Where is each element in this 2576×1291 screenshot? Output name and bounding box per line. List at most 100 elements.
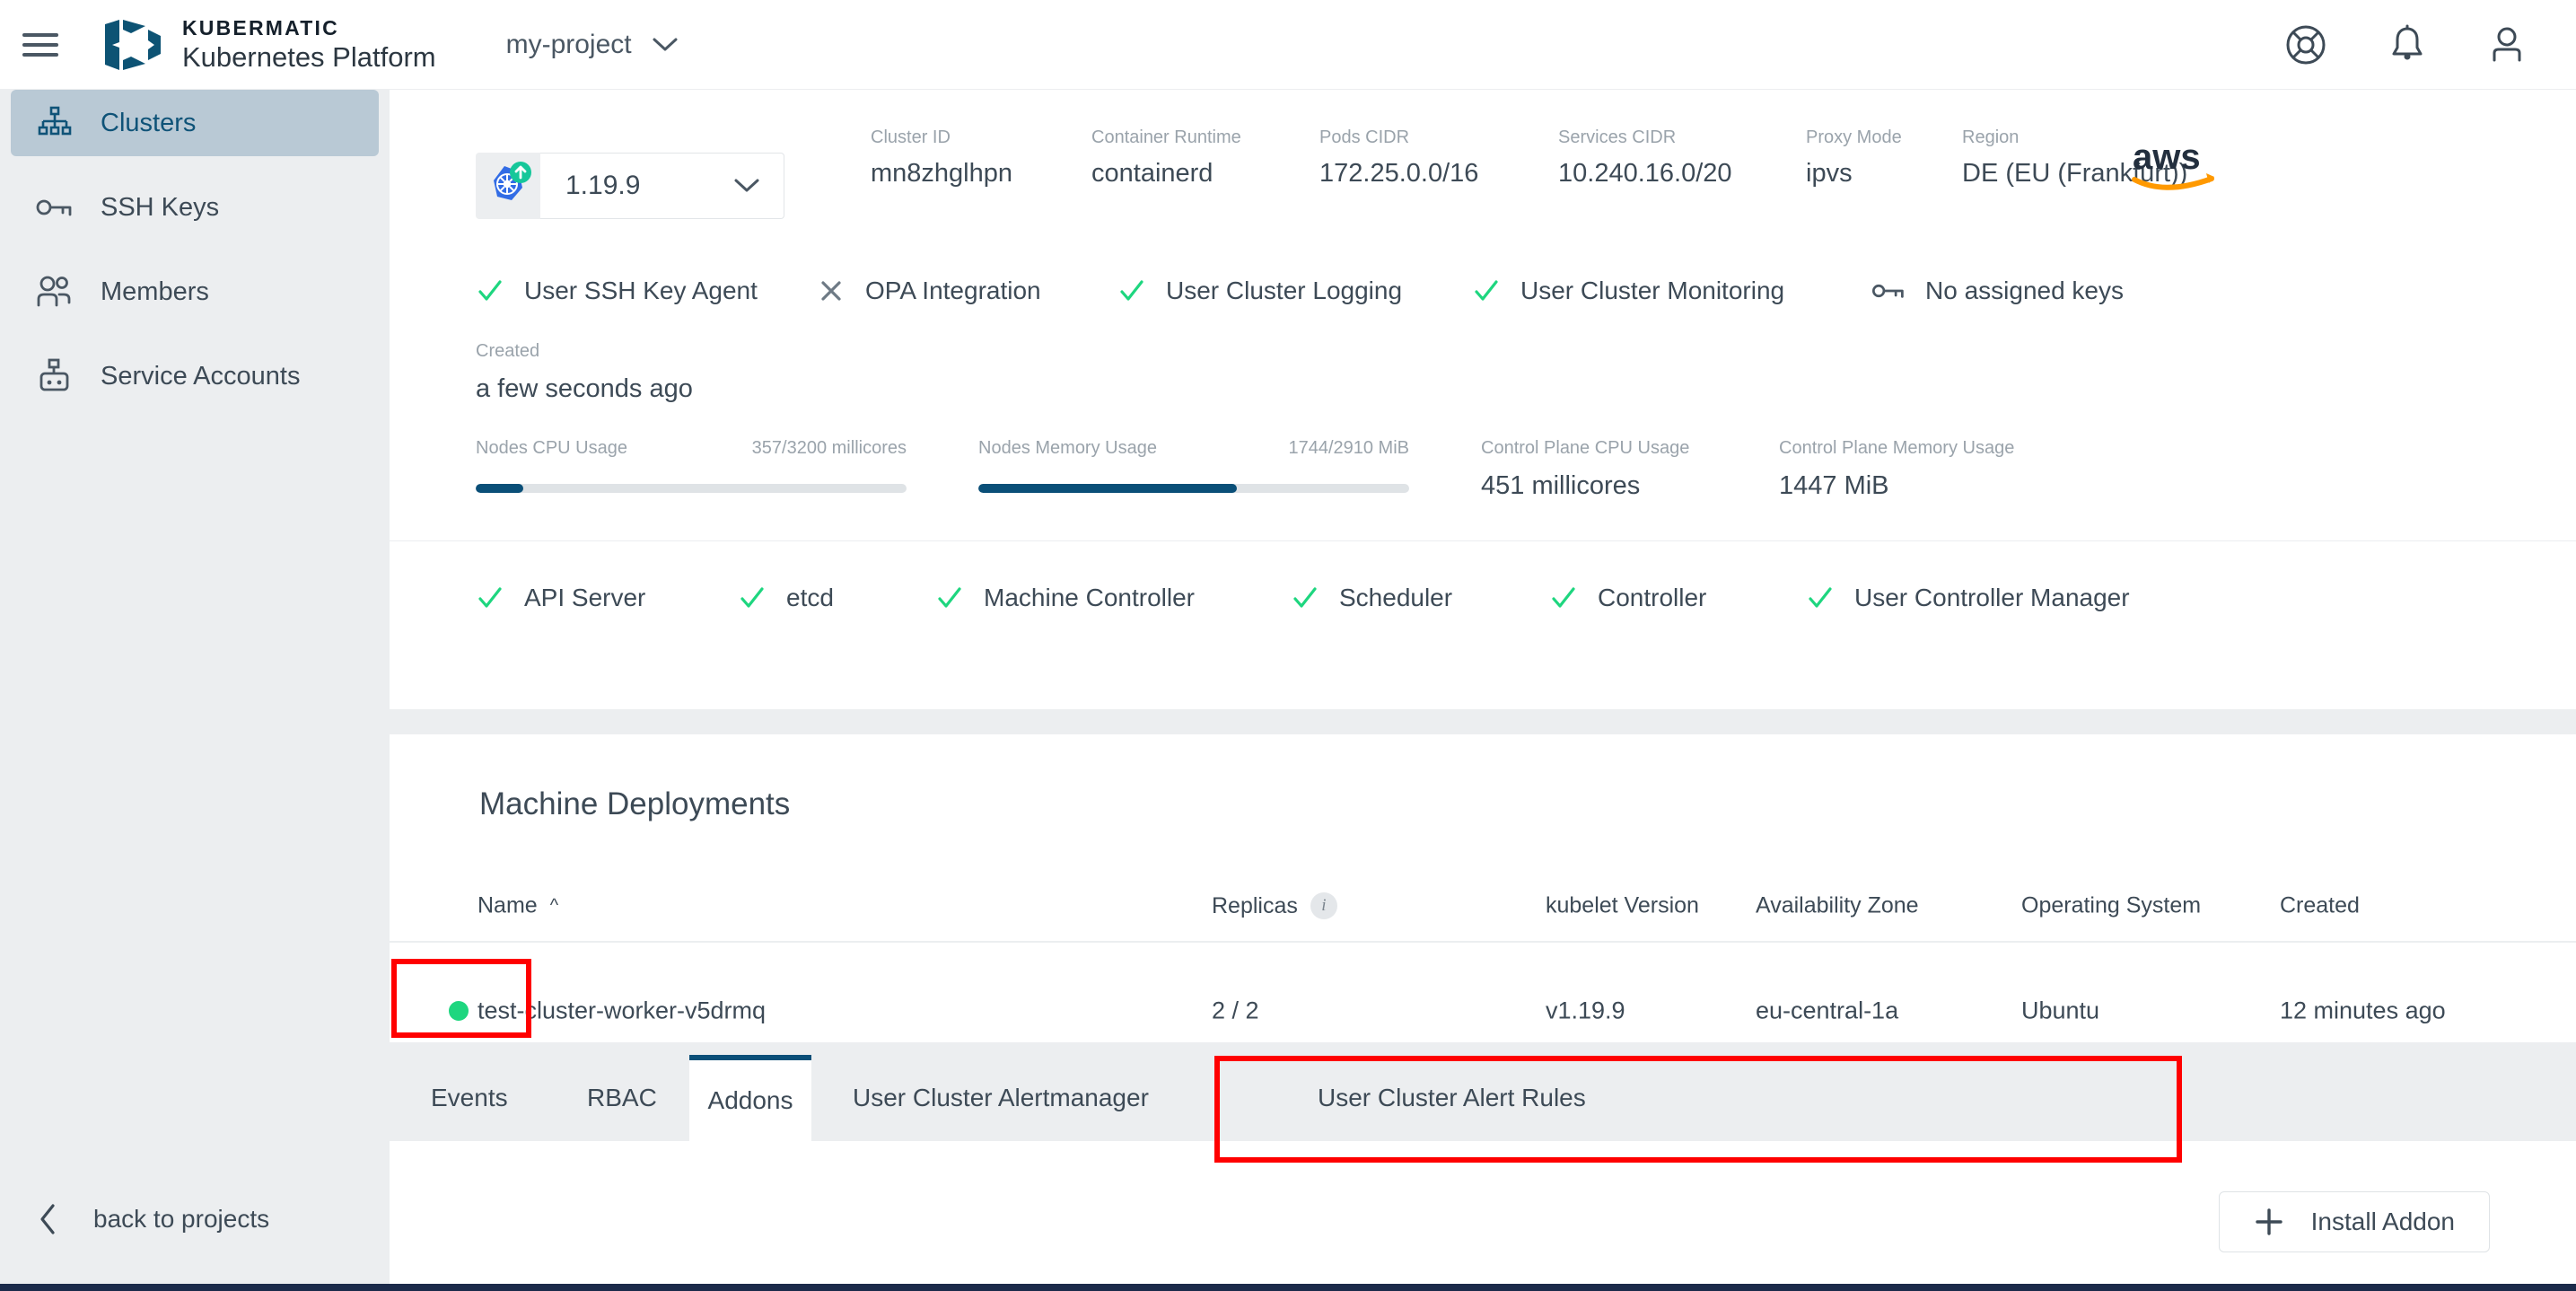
brand: KUBERMATIC Kubernetes Platform — [103, 15, 436, 75]
feature-label: User Cluster Logging — [1166, 277, 1402, 305]
chevron-left-icon — [38, 1203, 57, 1235]
column-header-replicas[interactable]: Replicas i — [1212, 892, 1337, 919]
cluster-version-value: 1.19.9 — [565, 171, 640, 201]
main-content: 1.19.9 Cluster ID mn8zhglhpn Container R… — [390, 90, 2576, 1291]
cluster-version-selector[interactable]: 1.19.9 — [476, 153, 784, 219]
tab-user-cluster-alertmanager[interactable]: User Cluster Alertmanager — [822, 1055, 1179, 1141]
check-icon — [1549, 584, 1578, 612]
cluster-detail-container-runtime: Container Runtime containerd — [1091, 127, 1241, 189]
feature-label: User Cluster Monitoring — [1520, 277, 1784, 305]
health-user-controller-manager: User Controller Manager — [1806, 584, 2130, 612]
cluster-tree-icon — [36, 104, 74, 142]
metric-label: Nodes Memory Usage — [978, 438, 1157, 459]
machine-deployments-table: Name ^ Replicas i kubelet Version Availa… — [390, 871, 2576, 1040]
field-value: mn8zhglhpn — [871, 159, 1012, 189]
cluster-detail-cluster-id: Cluster ID mn8zhglhpn — [871, 127, 1012, 189]
column-label: Availability Zone — [1756, 893, 1919, 919]
health-label: Scheduler — [1339, 584, 1452, 612]
install-addon-label: Install Addon — [2311, 1208, 2455, 1236]
column-header-name[interactable]: Name ^ — [478, 893, 558, 919]
health-label: Controller — [1598, 584, 1706, 612]
project-selector[interactable]: my-project — [506, 30, 679, 60]
top-bar-actions — [2285, 24, 2526, 66]
tab-addons[interactable]: Addons — [689, 1055, 811, 1141]
column-header-kubelet-version[interactable]: kubelet Version — [1546, 893, 1699, 919]
user-account-icon[interactable] — [2488, 24, 2526, 66]
cell-created: 12 minutes ago — [2280, 997, 2446, 1025]
cell-availability-zone: eu-central-1a — [1756, 997, 1898, 1025]
chevron-down-icon — [652, 37, 679, 53]
column-header-availability-zone[interactable]: Availability Zone — [1756, 893, 1919, 919]
cluster-version-field[interactable]: 1.19.9 — [540, 153, 784, 219]
check-icon — [1472, 277, 1501, 305]
table-row[interactable]: test-cluster-worker-v5drmq 2 / 2 v1.19.9… — [390, 943, 2576, 1041]
machine-deployments-card: Machine Deployments Name ^ Replicas i ku… — [390, 734, 2576, 1042]
tab-label: User Cluster Alertmanager — [853, 1084, 1149, 1112]
created-value: a few seconds ago — [476, 374, 693, 404]
divider — [390, 540, 2576, 541]
column-label: kubelet Version — [1546, 893, 1699, 919]
notifications-bell-icon[interactable] — [2389, 24, 2425, 66]
check-icon — [1291, 584, 1319, 612]
back-to-projects-link[interactable]: back to projects — [0, 1192, 390, 1246]
sort-asc-icon: ^ — [550, 896, 558, 917]
project-selector-label: my-project — [506, 30, 632, 60]
cluster-created: Created a few seconds ago — [476, 341, 693, 404]
help-icon[interactable] — [2285, 24, 2326, 66]
metric-control-plane-cpu-usage: Control Plane CPU Usage 451 millicores — [1481, 438, 1689, 501]
tab-bar: Events RBAC Addons User Cluster Alertman… — [390, 1055, 2576, 1141]
tab-label: User Cluster Alert Rules — [1318, 1084, 1586, 1112]
sidebar-item-label: Service Accounts — [101, 362, 300, 391]
health-etcd: etcd — [738, 584, 834, 612]
cell-replicas: 2 / 2 — [1212, 997, 1259, 1025]
health-label: Machine Controller — [984, 584, 1195, 612]
field-value: 10.240.16.0/20 — [1558, 159, 1732, 189]
health-controller: Controller — [1549, 584, 1706, 612]
brand-title-bottom: Kubernetes Platform — [182, 40, 436, 74]
robot-icon — [36, 357, 74, 395]
feature-label: User SSH Key Agent — [524, 277, 758, 305]
health-label: API Server — [524, 584, 645, 612]
check-icon — [476, 584, 504, 612]
column-label: Replicas — [1212, 893, 1298, 919]
aws-logo: aws — [2124, 136, 2235, 197]
created-label: Created — [476, 341, 693, 362]
feature-opa-integration: OPA Integration — [817, 277, 1041, 305]
back-to-projects-label: back to projects — [93, 1205, 269, 1234]
cell-kubelet-version: v1.19.9 — [1546, 997, 1625, 1025]
sidebar-item-clusters[interactable]: Clusters — [11, 90, 379, 156]
sidebar-item-members[interactable]: Members — [11, 259, 379, 325]
check-icon — [1806, 584, 1835, 612]
feature-user-cluster-monitoring: User Cluster Monitoring — [1472, 277, 1784, 305]
tab-user-cluster-alert-rules[interactable]: User Cluster Alert Rules — [1287, 1055, 1617, 1141]
field-label: Pods CIDR — [1319, 127, 1478, 148]
metric-value: 357/3200 millicores — [752, 438, 907, 459]
brand-title-top: KUBERMATIC — [182, 15, 436, 41]
key-icon — [1871, 279, 1906, 303]
field-label: Container Runtime — [1091, 127, 1241, 148]
field-label: Cluster ID — [871, 127, 1012, 148]
row-status-dot — [449, 1001, 469, 1021]
sidebar-item-ssh-keys[interactable]: SSH Keys — [11, 174, 379, 241]
column-header-created[interactable]: Created — [2280, 893, 2360, 919]
feature-assigned-keys: No assigned keys — [1871, 277, 2124, 305]
column-label: Name — [478, 893, 538, 919]
tab-events[interactable]: Events — [400, 1055, 539, 1141]
machine-deployments-title: Machine Deployments — [479, 786, 790, 822]
install-addon-button[interactable]: Install Addon — [2219, 1191, 2490, 1252]
metric-nodes-cpu-usage: Nodes CPU Usage 357/3200 millicores — [476, 438, 907, 493]
sidebar-item-label: Clusters — [101, 109, 196, 138]
health-machine-controller: Machine Controller — [935, 584, 1195, 612]
column-header-operating-system[interactable]: Operating System — [2021, 893, 2201, 919]
progress-bar-track — [476, 484, 907, 493]
tab-rbac[interactable]: RBAC — [556, 1055, 688, 1141]
members-icon — [36, 273, 74, 311]
info-icon[interactable]: i — [1310, 892, 1337, 919]
metric-label: Control Plane Memory Usage — [1779, 438, 2014, 459]
cluster-detail-services-cidr: Services CIDR 10.240.16.0/20 — [1558, 127, 1732, 189]
tab-label: RBAC — [587, 1084, 657, 1112]
field-label: Services CIDR — [1558, 127, 1732, 148]
check-icon — [935, 584, 964, 612]
sidebar-item-service-accounts[interactable]: Service Accounts — [11, 343, 379, 409]
hamburger-icon[interactable] — [22, 33, 58, 57]
